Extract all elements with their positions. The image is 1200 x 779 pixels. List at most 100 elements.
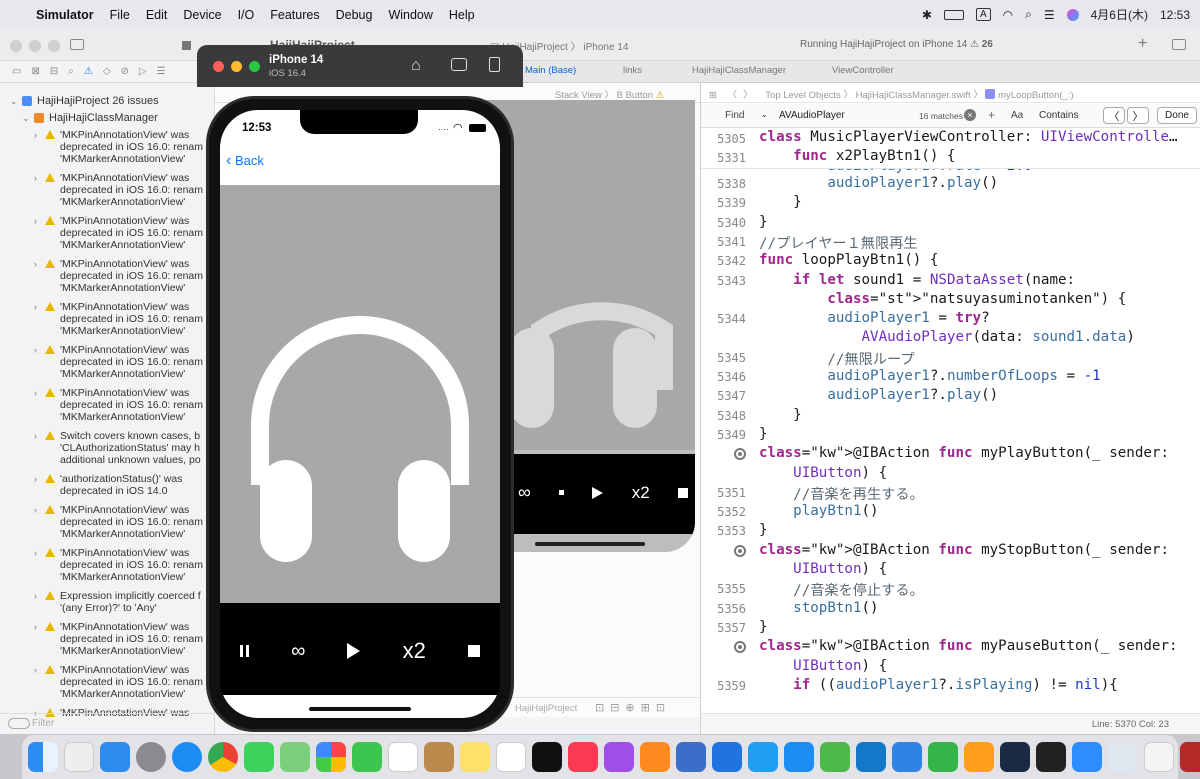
- menu-date[interactable]: 4月6日(木): [1091, 6, 1148, 23]
- home-indicator[interactable]: [309, 707, 411, 711]
- menu-edit[interactable]: Edit: [138, 8, 176, 22]
- tab-classmanager[interactable]: HajiHajiClassManager: [692, 65, 786, 76]
- stop-button[interactable]: [467, 645, 480, 657]
- code-line[interactable]: class="kw">@IBAction func myPauseButton(…: [759, 638, 1178, 654]
- code-line[interactable]: //音楽を停止する。: [759, 580, 924, 600]
- disclosure-icon[interactable]: ›: [34, 547, 37, 559]
- find-prev-button[interactable]: 〈: [1103, 107, 1125, 124]
- back-nav-icon[interactable]: 〈: [728, 90, 738, 101]
- issue-root[interactable]: ⌄ HajiHajiProject 26 issues: [0, 95, 215, 109]
- ib-stop-icon[interactable]: [678, 487, 688, 498]
- issue-item[interactable]: › 'authorizationStatus()' was deprecated i…: [0, 473, 215, 497]
- disclosure-icon[interactable]: ›: [34, 387, 37, 399]
- issue-item[interactable]: › 'MKPinAnnotationView' was deprecated in …: [0, 387, 215, 423]
- outlet-connection-icon[interactable]: [734, 544, 746, 557]
- sim-zoom-button[interactable]: [249, 61, 260, 72]
- tv-icon[interactable]: [532, 742, 562, 772]
- maps-icon[interactable]: [280, 742, 310, 772]
- battery-icon[interactable]: [943, 9, 964, 20]
- report-icon[interactable]: ☰: [157, 66, 166, 77]
- notes-app-icon[interactable]: [424, 742, 454, 772]
- books-icon[interactable]: [640, 742, 670, 772]
- code-line[interactable]: class="kw">@IBAction func myStopButton(_…: [759, 542, 1169, 558]
- find-mode-chevron-icon[interactable]: ⌄: [761, 110, 768, 119]
- numbers-icon[interactable]: [820, 742, 850, 772]
- code-line[interactable]: class="kw">@IBAction func myPlayButton(_…: [759, 445, 1169, 461]
- disclosure-icon[interactable]: ›: [34, 430, 37, 442]
- find-icon[interactable]: ⌕: [68, 66, 74, 77]
- code-line[interactable]: //音楽を再生する。: [759, 484, 924, 504]
- launchpad-icon[interactable]: [64, 742, 94, 772]
- input-source-badge[interactable]: A: [975, 8, 991, 21]
- code-line[interactable]: if let sound1 = NSDataAsset(name:: [759, 272, 1075, 288]
- disclosure-icon[interactable]: ›: [34, 664, 37, 676]
- sim-close-button[interactable]: [213, 61, 224, 72]
- issue-item[interactable]: › 'MKPinAnnotationView' was deprecated in …: [0, 504, 215, 540]
- siri-icon[interactable]: [1066, 8, 1079, 21]
- close-button[interactable]: [10, 40, 22, 52]
- notes-icon[interactable]: [460, 742, 490, 772]
- bluetooth-icon[interactable]: ✱: [922, 8, 932, 22]
- issue-item[interactable]: › 'MKPinAnnotationView' was deprecated in …: [0, 129, 215, 165]
- pause-button[interactable]: [240, 645, 249, 657]
- screenshot-icon[interactable]: [451, 58, 467, 71]
- wifi-icon[interactable]: ◠: [1003, 8, 1013, 22]
- calendar-icon[interactable]: [388, 742, 418, 772]
- code-line[interactable]: func loopPlayBtn1() {: [759, 252, 938, 268]
- code-line[interactable]: class MusicPlayerViewController: UIViewC…: [759, 129, 1178, 145]
- x2-button[interactable]: x2: [403, 638, 426, 664]
- crumb-file[interactable]: HajiHajiClassManager.swift: [856, 90, 971, 101]
- ib-x2-label[interactable]: x2: [632, 483, 650, 503]
- system-settings-icon[interactable]: [136, 742, 166, 772]
- code-line[interactable]: stopBtn1(): [759, 600, 878, 616]
- debug-icon[interactable]: ⊘: [121, 66, 129, 77]
- outlet-connection-icon[interactable]: [734, 448, 746, 461]
- tab-main[interactable]: Main (Base): [525, 65, 576, 76]
- find-next-button[interactable]: 〉: [1127, 107, 1149, 124]
- disclosure-icon[interactable]: ⌄: [10, 95, 18, 107]
- code-line[interactable]: }: [759, 619, 768, 635]
- issue-item[interactable]: › 'MKPinAnnotationView' was deprecated in …: [0, 301, 215, 337]
- disclosure-icon[interactable]: ›: [34, 129, 37, 141]
- menu-debug[interactable]: Debug: [328, 8, 381, 22]
- issue-item[interactable]: › Switch covers known cases, b 'CLAuthoriz…: [0, 430, 215, 466]
- issue-item[interactable]: › 'MKPinAnnotationView' was deprecated in …: [0, 172, 215, 208]
- ib-play-icon[interactable]: [592, 486, 604, 499]
- stop-run-icon[interactable]: [182, 41, 191, 50]
- menu-app-name[interactable]: Simulator: [28, 8, 102, 22]
- chrome-icon[interactable]: [208, 742, 238, 772]
- spotlight-icon[interactable]: ⌕: [1025, 7, 1032, 22]
- forward-nav-icon[interactable]: 〉: [743, 90, 753, 101]
- code-line[interactable]: //無限ループ: [759, 349, 914, 369]
- code-line[interactable]: //プレイヤー１無限再生: [759, 233, 918, 253]
- disclosure-icon[interactable]: ›: [34, 258, 37, 270]
- code-line[interactable]: audioPlayer1?.numberOfLoops = -1: [759, 368, 1100, 384]
- vpn-icon[interactable]: [1000, 742, 1030, 772]
- disclosure-icon[interactable]: ›: [34, 621, 37, 633]
- test-icon[interactable]: ◇: [103, 66, 111, 77]
- code-line[interactable]: UIButton) {: [759, 561, 887, 577]
- issue-item[interactable]: › 'MKPinAnnotationView' was deprecated in …: [0, 621, 215, 657]
- issue-item[interactable]: › 'MKPinAnnotationView' was deprecated in …: [0, 258, 215, 294]
- ib-loop-icon[interactable]: ∞: [518, 482, 531, 503]
- code-line[interactable]: }: [759, 194, 802, 210]
- find-mode-label[interactable]: Find: [725, 110, 744, 121]
- control-center-icon[interactable]: ☰: [1044, 8, 1055, 22]
- code-line[interactable]: UIButton) {: [759, 658, 887, 674]
- keynote-icon[interactable]: [748, 742, 778, 772]
- textedit-icon[interactable]: [1144, 742, 1174, 772]
- ib-layout-icons[interactable]: ⊡⊟⊕⊞⊡: [595, 701, 671, 714]
- app-store-icon[interactable]: [784, 742, 814, 772]
- menu-help[interactable]: Help: [441, 8, 483, 22]
- music-icon[interactable]: [568, 742, 598, 772]
- clear-find-icon[interactable]: ×: [964, 109, 976, 121]
- reminders-icon[interactable]: [496, 742, 526, 772]
- source-editor[interactable]: ⊞ 〈〉 Top Level Objects 〉 HajiHajiClassMa…: [700, 83, 1200, 734]
- code-line[interactable]: audioPlayer1 = try?: [759, 310, 989, 326]
- code-line[interactable]: UIButton) {: [759, 465, 887, 481]
- play-button[interactable]: [347, 643, 361, 659]
- code-line[interactable]: audioPlayer1?.play(): [759, 387, 998, 403]
- disclosure-icon[interactable]: ›: [34, 504, 37, 516]
- outlet-connection-icon[interactable]: [734, 641, 746, 654]
- preview-icon[interactable]: [1108, 742, 1138, 772]
